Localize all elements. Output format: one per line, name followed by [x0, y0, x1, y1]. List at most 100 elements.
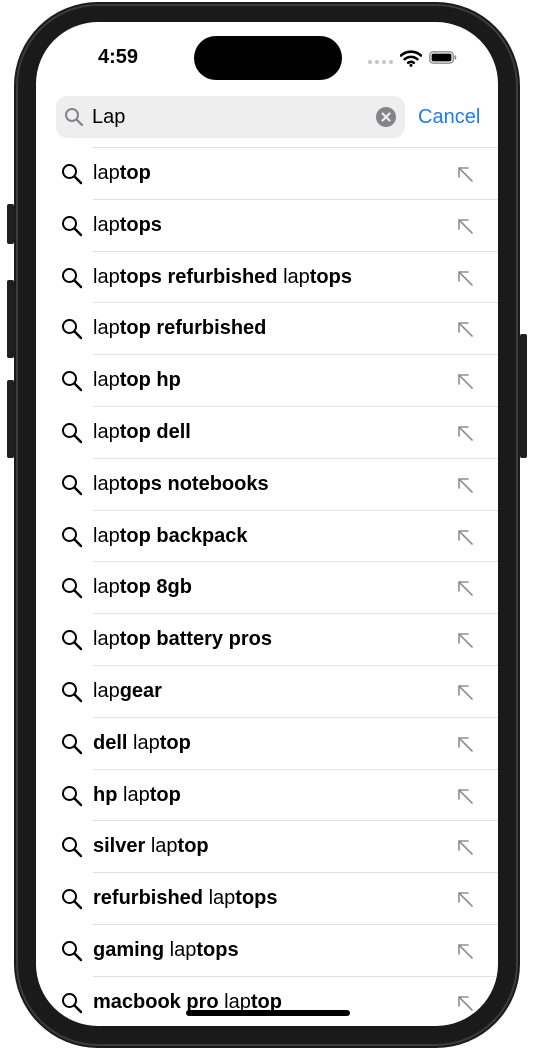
arrow-up-left-icon[interactable] [456, 994, 474, 1012]
suggestion-completion-text: silver [93, 835, 151, 858]
suggestion-row[interactable]: laptops [36, 198, 498, 251]
suggestion-completion-text: top dell [119, 420, 191, 443]
arrow-up-left-icon[interactable] [456, 735, 474, 753]
search-icon [62, 474, 83, 495]
arrow-up-left-icon[interactable] [456, 942, 474, 960]
arrow-up-left-icon[interactable] [456, 269, 474, 287]
suggestion-completion-text: tops notebooks [119, 472, 269, 495]
suggestion-row[interactable]: laptop [36, 147, 498, 199]
suggestion-completion-text: top [159, 731, 191, 754]
suggestion-row[interactable]: refurbished laptops [36, 872, 498, 924]
row-separator [93, 354, 498, 356]
row-separator [93, 147, 498, 148]
search-icon [62, 940, 83, 962]
row-separator [93, 302, 498, 304]
row-separator [93, 820, 498, 822]
suggestion-match-text: lap [93, 317, 120, 340]
arrow-up-left-icon[interactable] [456, 320, 474, 338]
suggestion-completion-text: gear [119, 679, 162, 702]
search-icon [62, 578, 83, 599]
suggestion-match-text: lap [93, 420, 120, 443]
search-icon [62, 889, 83, 910]
suggestion-label: hp laptop [93, 784, 181, 807]
suggestion-label: laptop backpack [93, 525, 248, 548]
suggestion-completion-text: top [149, 783, 181, 806]
suggestion-match-text: lap [93, 213, 120, 236]
arrow-up-left-icon[interactable] [456, 424, 474, 442]
row-separator [93, 405, 498, 407]
suggestion-row[interactable]: laptop refurbished [36, 302, 498, 354]
suggestion-completion-text: tops [119, 213, 162, 236]
search-icon [62, 785, 83, 806]
arrow-up-left-icon[interactable] [456, 372, 474, 390]
arrow-up-left-icon[interactable] [456, 683, 474, 701]
arrow-up-left-icon[interactable] [456, 787, 474, 805]
suggestion-label: laptops notebooks [93, 473, 269, 496]
suggestion-row[interactable]: dell laptop [36, 716, 498, 769]
row-separator [93, 923, 498, 925]
suggestion-label: lapgear [93, 680, 162, 703]
clear-search-button[interactable] [376, 107, 396, 127]
suggestion-row[interactable]: macbook pro laptop [36, 975, 498, 1026]
suggestion-match-text: lap [93, 369, 120, 392]
search-bar[interactable] [56, 96, 405, 138]
suggestion-label: laptop [93, 162, 151, 185]
suggestion-row[interactable]: laptop battery pros [36, 613, 498, 665]
suggestion-row[interactable]: hp laptop [36, 768, 498, 821]
row-separator [93, 509, 498, 511]
cellular-signal-icon [368, 60, 393, 64]
dynamic-island [194, 36, 342, 80]
suggestion-completion-text: tops [309, 265, 352, 288]
arrow-up-left-icon[interactable] [456, 579, 474, 597]
arrow-up-left-icon[interactable] [456, 838, 474, 856]
suggestion-match-text: lap [169, 938, 197, 961]
row-separator [93, 872, 498, 874]
row-separator [93, 198, 498, 200]
search-icon [65, 108, 84, 127]
suggestion-row[interactable]: laptops refurbished laptops [36, 250, 498, 303]
row-separator [93, 664, 498, 666]
suggestion-row[interactable]: laptop 8gb [36, 561, 498, 613]
suggestion-completion-text: top hp [119, 369, 181, 392]
arrow-up-left-icon[interactable] [456, 890, 474, 908]
arrow-up-left-icon[interactable] [456, 165, 474, 183]
row-separator [93, 250, 498, 252]
suggestion-row[interactable]: gaming laptops [36, 923, 498, 976]
power-button [520, 334, 527, 458]
search-icon [62, 371, 83, 392]
home-indicator[interactable] [186, 1010, 350, 1016]
suggestion-match-text: lap [93, 162, 120, 184]
cancel-button[interactable]: Cancel [418, 106, 480, 129]
suggestion-match-text: lap [123, 783, 150, 806]
suggestion-label: dell laptop [93, 732, 191, 755]
arrow-up-left-icon[interactable] [456, 528, 474, 546]
suggestion-row[interactable]: laptop hp [36, 354, 498, 406]
suggestion-completion-text: tops refurbished [119, 265, 284, 288]
suggestion-row[interactable]: lapgear [36, 664, 498, 717]
suggestion-completion-text: dell [93, 731, 134, 754]
search-icon [62, 630, 83, 651]
suggestion-match-text: lap [93, 628, 120, 651]
arrow-up-left-icon[interactable] [456, 631, 474, 649]
arrow-up-left-icon[interactable] [456, 476, 474, 494]
arrow-up-left-icon[interactable] [456, 217, 474, 235]
search-input[interactable] [92, 102, 362, 132]
suggestion-completion-text: top backpack [119, 524, 248, 547]
action-button [7, 204, 14, 244]
suggestion-row[interactable]: silver laptop [36, 820, 498, 872]
suggestion-completion-text: hp [93, 783, 123, 806]
suggestion-label: silver laptop [93, 835, 209, 858]
suggestion-completion-text: top refurbished [119, 317, 267, 340]
suggestion-label: laptop 8gb [93, 576, 192, 599]
suggestion-completion-text: top 8gb [119, 576, 192, 599]
suggestion-row[interactable]: laptops notebooks [36, 457, 498, 510]
x-icon [381, 112, 391, 122]
suggestion-completion-text: tops [196, 938, 239, 961]
suggestion-match-text: lap [150, 835, 178, 858]
suggestion-row[interactable]: laptop backpack [36, 509, 498, 562]
row-separator [93, 716, 498, 718]
suggestion-match-text: lap [208, 887, 236, 910]
suggestion-row[interactable]: laptop dell [36, 405, 498, 458]
suggestion-completion-text: top [119, 162, 151, 184]
search-icon [62, 422, 83, 444]
